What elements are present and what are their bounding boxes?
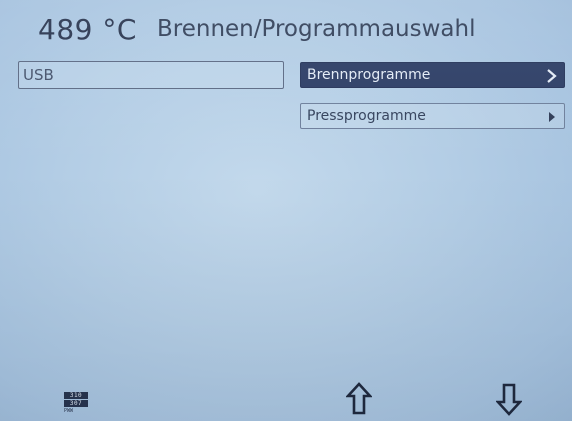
counter-line-3: PWW	[64, 408, 74, 414]
counter-line-1: 310	[64, 392, 88, 399]
counter-softkey[interactable]: 310 307 PWW	[64, 392, 90, 418]
softkey-bar: 310 307 PWW	[0, 378, 572, 421]
header-bar: 489 °C Brennen/Programmauswahl	[0, 0, 572, 52]
usb-source-field[interactable]: USB	[18, 61, 284, 89]
counter-icon: 310 307 PWW	[64, 392, 88, 414]
usb-source-label: USB	[23, 66, 54, 84]
menu-item-label: Pressprogramme	[307, 108, 426, 124]
menu-item-label: Brennprogramme	[307, 67, 431, 83]
screen-title: Brennen/Programmauswahl	[157, 16, 476, 42]
chevron-right-icon	[547, 69, 557, 83]
triangle-right-icon	[549, 112, 555, 122]
temperature-readout: 489 °C	[38, 13, 137, 46]
menu-item-pressprogramme[interactable]: Pressprogramme	[300, 103, 565, 129]
arrow-down-icon	[495, 383, 523, 416]
menu-item-brennprogramme[interactable]: Brennprogramme	[300, 62, 565, 88]
oven-display-screen: 489 °C Brennen/Programmauswahl USB Brenn…	[0, 0, 572, 421]
arrow-up-icon	[345, 382, 373, 415]
scroll-down-button[interactable]	[495, 382, 523, 416]
scroll-up-button[interactable]	[345, 382, 373, 416]
counter-line-2: 307	[64, 400, 88, 407]
